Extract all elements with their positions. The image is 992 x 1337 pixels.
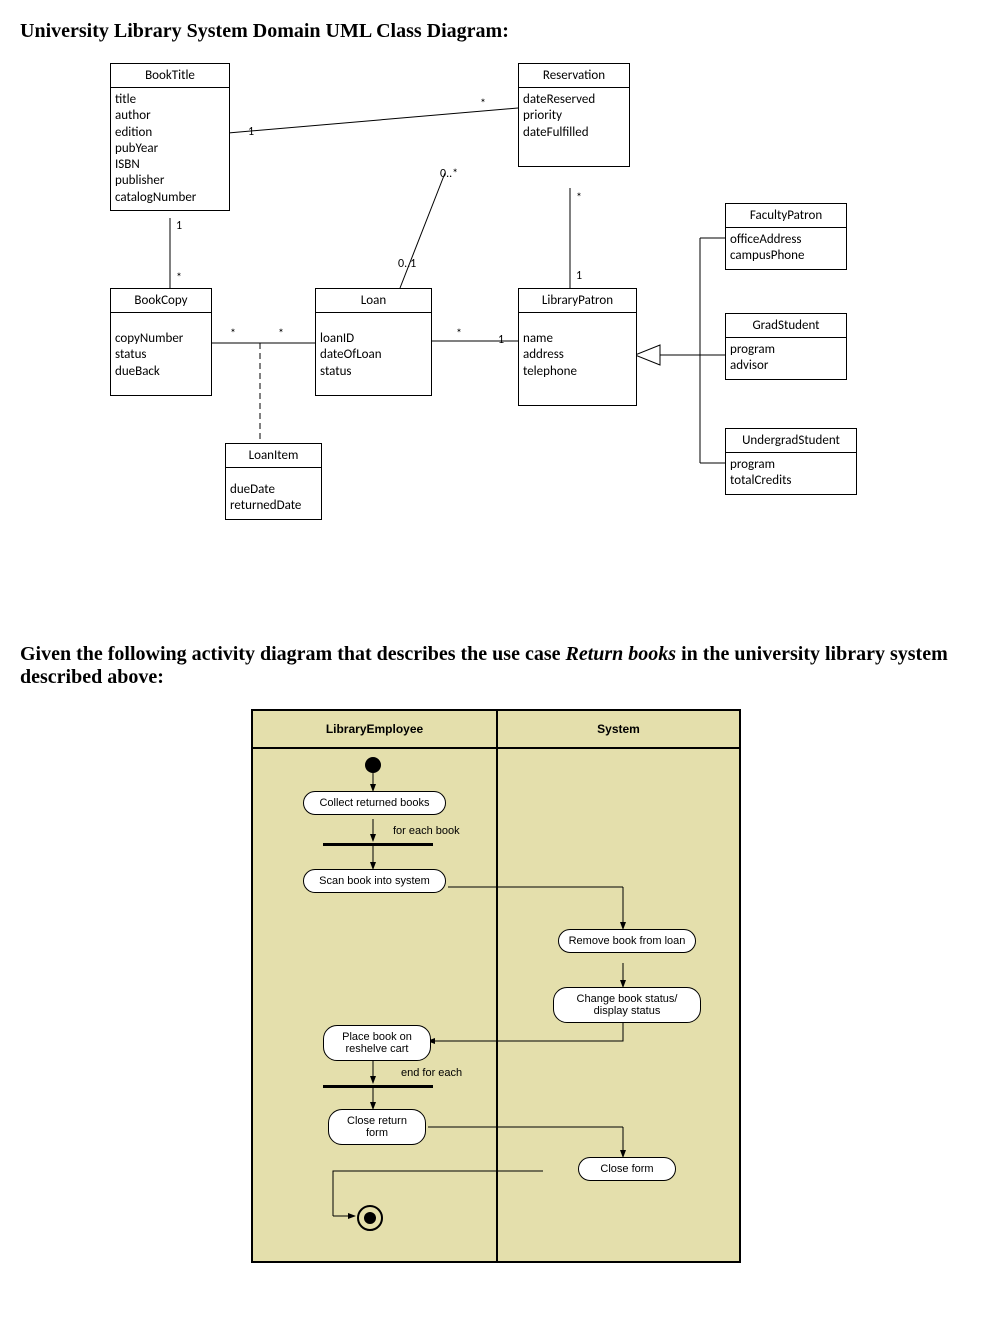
class-attrs: program totalCredits xyxy=(726,453,856,494)
initial-node xyxy=(365,757,381,773)
class-reservation: Reservation dateReserved priority dateFu… xyxy=(518,63,630,167)
mult: 0..* xyxy=(440,167,458,181)
class-title: BookCopy xyxy=(111,289,211,313)
class-librarypatron: LibraryPatron name address telephone xyxy=(518,288,637,406)
class-attrs: dueDate returnedDate xyxy=(226,468,321,519)
label-for-each: for each book xyxy=(393,825,460,837)
class-attrs: loanID dateOfLoan status xyxy=(316,313,431,395)
activity-collect: Collect returned books xyxy=(303,791,446,815)
class-loanitem: LoanItem dueDate returnedDate xyxy=(225,443,322,520)
final-node xyxy=(357,1205,383,1231)
sync-bar xyxy=(323,843,433,846)
heading-text: University Library System Domain UML Cla… xyxy=(20,20,509,42)
swimlane-header-left: LibraryEmployee xyxy=(253,711,498,749)
heading-prefix: Given the following activity diagram tha… xyxy=(20,643,566,665)
heading-italic: Return books xyxy=(566,643,677,665)
mult: * xyxy=(480,97,486,111)
mult: 1 xyxy=(176,219,182,233)
class-bookcopy: BookCopy copyNumber status dueBack xyxy=(110,288,212,396)
class-facultypatron: FacultyPatron officeAddress campusPhone xyxy=(725,203,847,270)
final-node-inner xyxy=(364,1212,376,1224)
class-attrs: program advisor xyxy=(726,338,846,379)
swimlane-header-right: System xyxy=(498,711,739,749)
class-diagram: BookTitle title author edition pubYear I… xyxy=(100,63,960,563)
activity-scan: Scan book into system xyxy=(303,869,446,893)
class-title: Reservation xyxy=(519,64,629,88)
class-gradstudent: GradStudent program advisor xyxy=(725,313,847,380)
class-title: UndergradStudent xyxy=(726,429,856,453)
class-attrs: name address telephone xyxy=(519,313,636,405)
activity-close-form: Close form xyxy=(578,1157,676,1181)
class-title: BookTitle xyxy=(111,64,229,88)
mult: * xyxy=(176,271,182,285)
activity-remove: Remove book from loan xyxy=(558,929,696,953)
mult: 1 xyxy=(576,269,582,283)
label-end-for-each: end for each xyxy=(401,1067,462,1079)
heading-class-diagram: University Library System Domain UML Cla… xyxy=(20,20,972,43)
class-title: FacultyPatron xyxy=(726,204,846,228)
sync-bar xyxy=(323,1085,433,1088)
class-attrs: officeAddress campusPhone xyxy=(726,228,846,269)
swimlane-divider xyxy=(496,747,498,1261)
class-loan: Loan loanID dateOfLoan status xyxy=(315,288,432,396)
mult: * xyxy=(230,327,236,341)
heading-activity: Given the following activity diagram tha… xyxy=(20,643,972,689)
mult: * xyxy=(278,327,284,341)
class-title: Loan xyxy=(316,289,431,313)
class-title: LibraryPatron xyxy=(519,289,636,313)
class-undergradstudent: UndergradStudent program totalCredits xyxy=(725,428,857,495)
class-title: LoanItem xyxy=(226,444,321,468)
activity-change: Change book status/ display status xyxy=(553,987,701,1023)
class-title: GradStudent xyxy=(726,314,846,338)
class-attrs: copyNumber status dueBack xyxy=(111,313,211,395)
activity-diagram: LibraryEmployee System Collect returned … xyxy=(251,709,741,1263)
mult: 0..1 xyxy=(398,257,416,271)
class-booktitle: BookTitle title author edition pubYear I… xyxy=(110,63,230,211)
class-attrs: dateReserved priority dateFulfilled xyxy=(519,88,629,166)
mult: 1 xyxy=(248,125,254,139)
mult: * xyxy=(576,191,582,205)
mult: * xyxy=(456,327,462,341)
activity-place: Place book on reshelve cart xyxy=(323,1025,431,1061)
activity-close-return: Close return form xyxy=(328,1109,426,1145)
class-attrs: title author edition pubYear ISBN publis… xyxy=(111,88,229,210)
mult: 1 xyxy=(498,333,504,347)
